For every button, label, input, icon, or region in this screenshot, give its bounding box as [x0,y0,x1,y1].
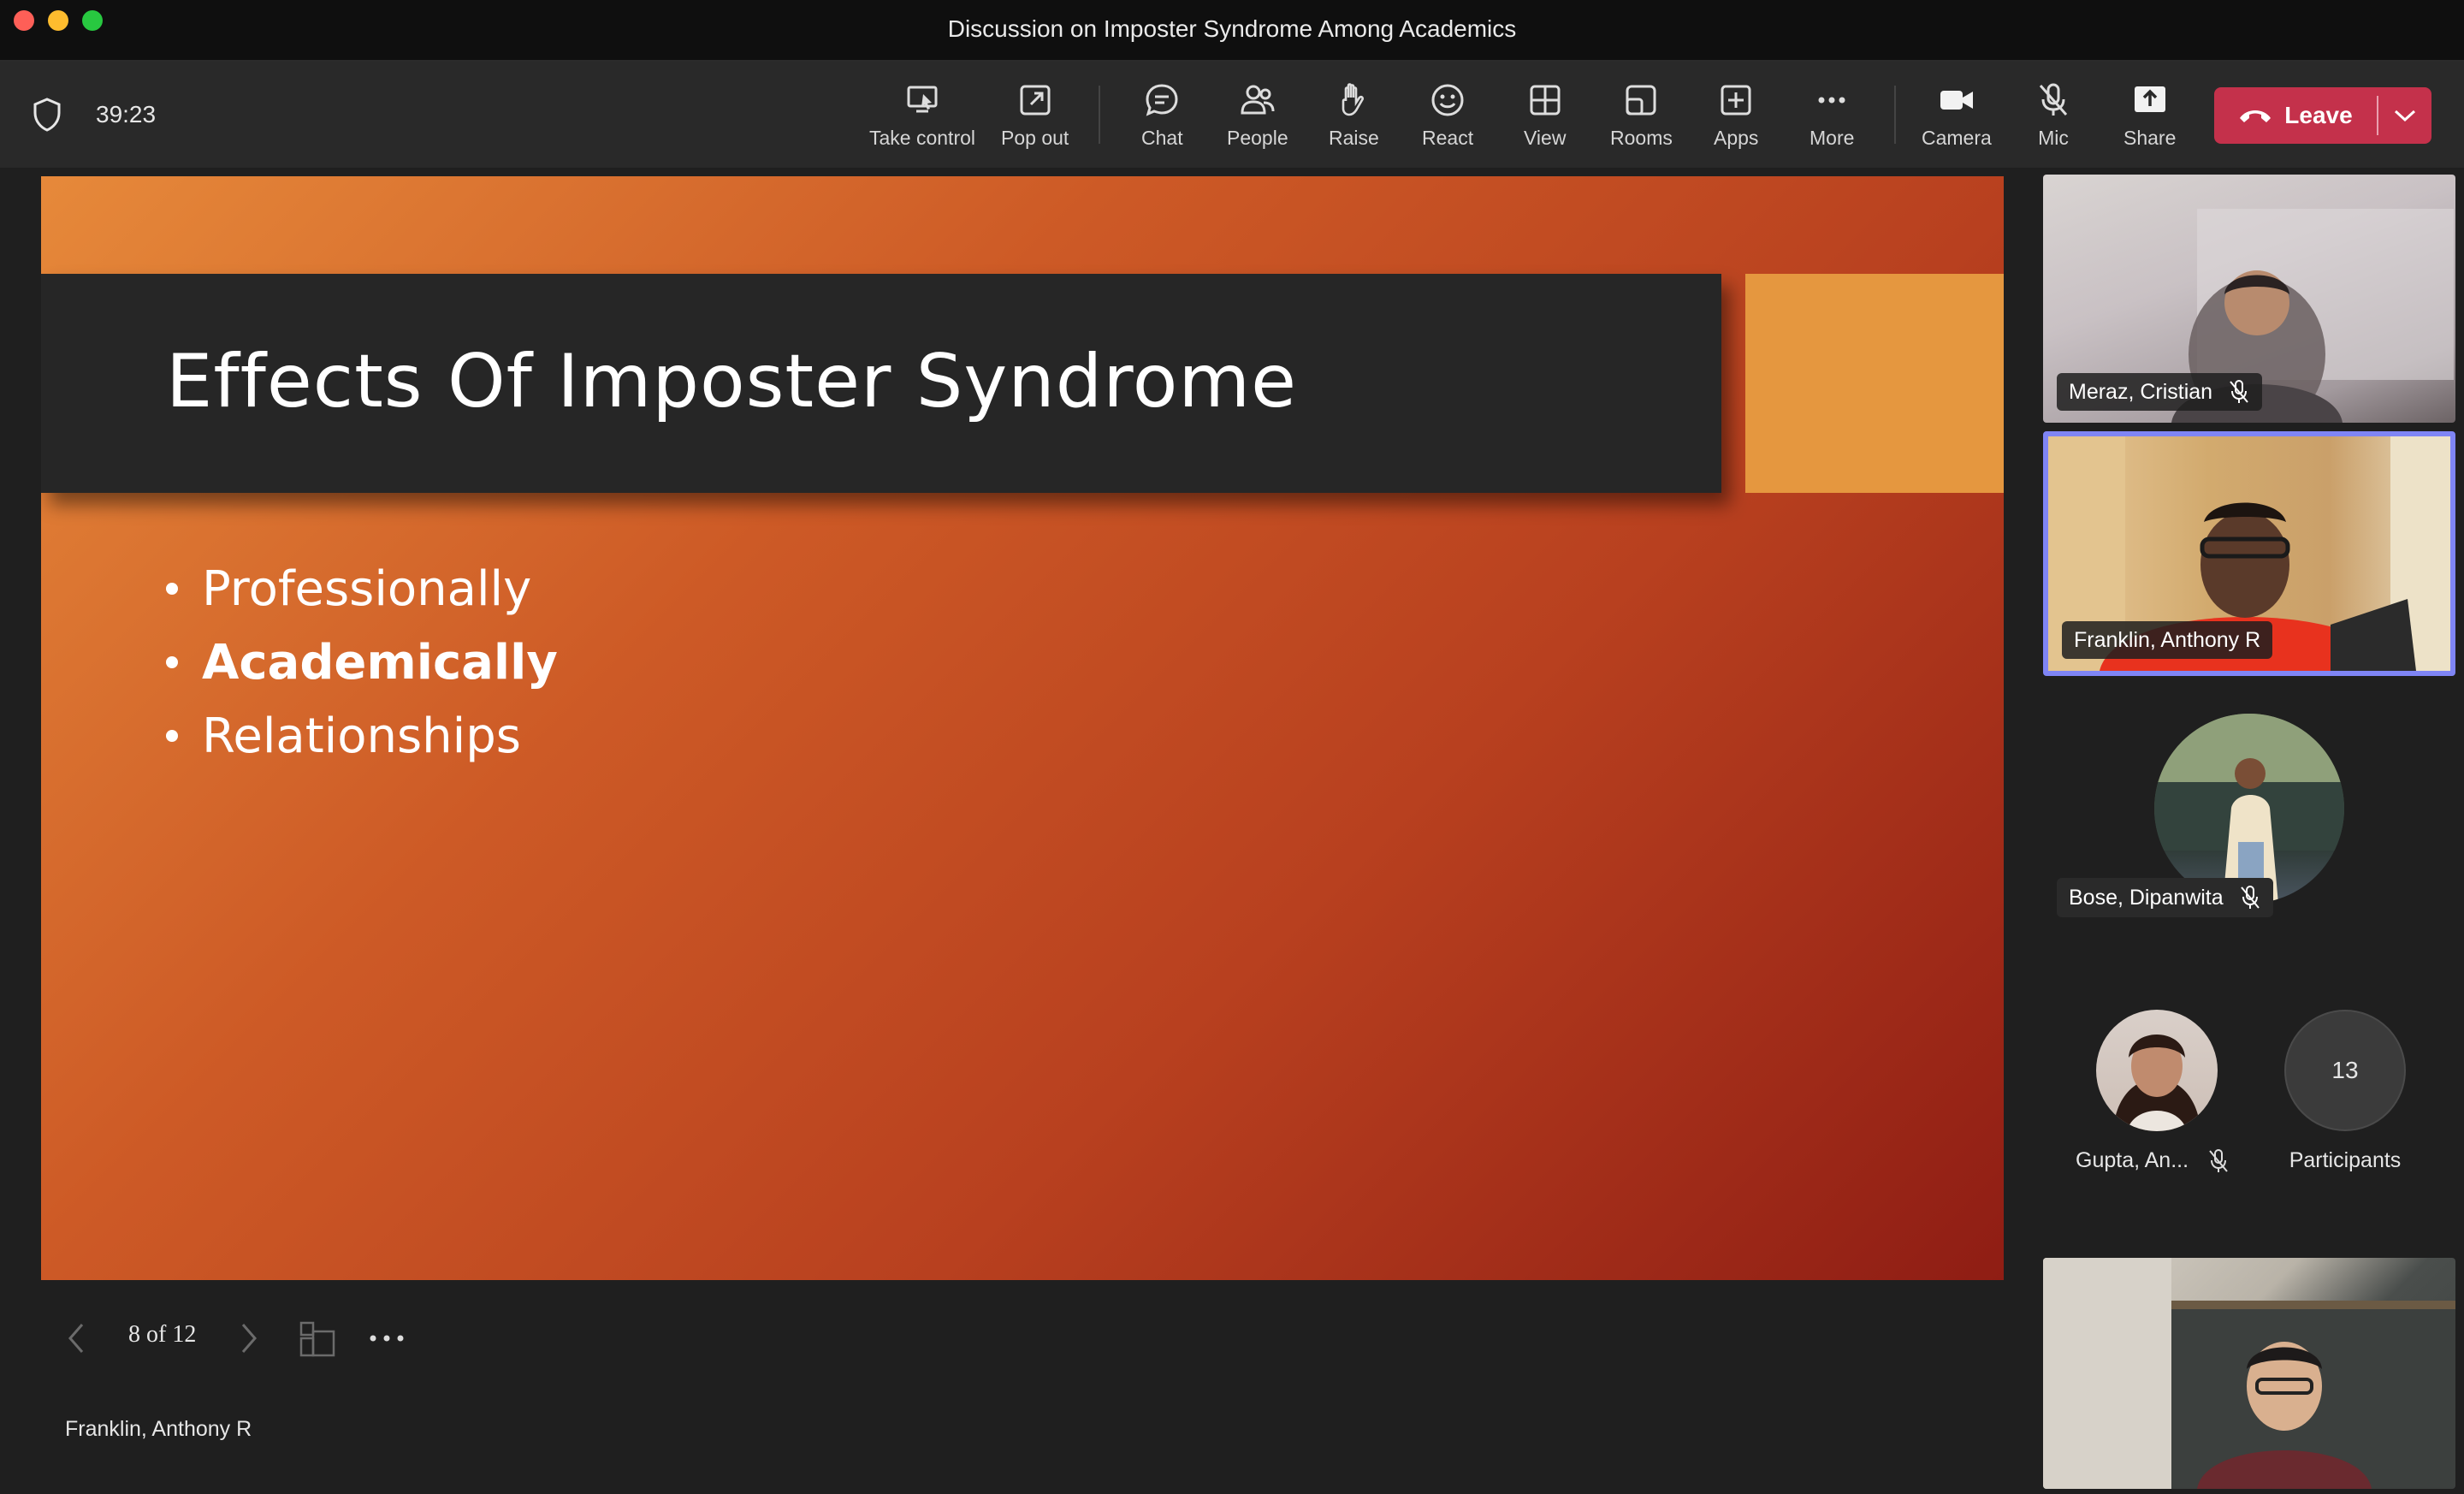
participant-name: Meraz, Cristian [2069,379,2213,404]
mic-label: Mic [2038,127,2069,149]
mic-off-icon [2209,1149,2228,1172]
apps-icon [1721,85,1751,116]
participant-avatar[interactable] [2096,1010,2218,1131]
participants-label: Participants [2289,1148,2402,1172]
participant-name-tag: Meraz, Cristian [2057,373,2263,411]
participant-avatar[interactable] [2154,714,2344,904]
hang-up-icon [2240,110,2272,122]
rooms-icon [1626,85,1656,116]
react-label: React [1422,127,1474,149]
bullet-item: Academically [166,626,558,700]
previous-slide-icon[interactable] [63,1319,89,1357]
leave-options-button[interactable] [2378,87,2431,144]
presenter-name: Franklin, Anthony R [65,1417,252,1441]
camera-icon [1940,91,1973,110]
view-button[interactable]: View [1524,80,1566,152]
camera-button[interactable]: Camera [1922,80,1992,152]
meeting-toolbar: 39:23 Take control Pop out Chat People R… [0,62,2464,168]
raise-hand-button[interactable]: Raise [1329,80,1379,152]
participant-count-button[interactable]: 13 [2284,1010,2406,1131]
participant-photo [2113,1035,2200,1131]
chat-button[interactable]: Chat [1141,80,1183,152]
share-label: Share [2123,127,2177,149]
pop-out-icon [1020,85,1051,116]
slide-more-options-icon[interactable] [368,1328,406,1349]
more-label: More [1810,127,1855,149]
people-icon [1241,85,1275,115]
mic-off-icon [2240,886,2260,909]
slide-thumbnails-icon[interactable] [299,1321,335,1357]
rooms-label: Rooms [1610,127,1673,149]
participant-photo [2154,714,2344,904]
window-title: Discussion on Imposter Syndrome Among Ac… [947,15,1517,42]
take-control-label: Take control [869,127,976,149]
slide-title-band: Effects Of Imposter Syndrome [41,274,1721,493]
more-icon [1818,97,1845,104]
raise-hand-icon [1342,83,1365,116]
share-button[interactable]: Share [2123,80,2176,152]
participant-name-tag: Bose, Dipanwita [2057,878,2273,917]
take-control-icon [907,86,938,113]
view-grid-icon [1530,85,1561,116]
people-label: People [1227,127,1288,149]
raise-label: Raise [1329,127,1379,149]
react-icon [1431,84,1464,116]
mic-off-icon [2230,380,2248,403]
apps-button[interactable]: Apps [1714,80,1758,152]
active-speaker-video-tile[interactable]: Franklin, Anthony R [2043,431,2455,676]
chat-label: Chat [1141,127,1183,149]
react-button[interactable]: React [1422,80,1473,152]
window-title-bar: Discussion on Imposter Syndrome Among Ac… [0,0,2464,62]
bullet-item: Relationships [166,700,558,774]
participant-name-tag: Franklin, Anthony R [2062,621,2273,659]
more-button[interactable]: More [1810,80,1854,152]
camera-label: Camera [1922,127,1992,149]
slide-title: Effects Of Imposter Syndrome [166,339,1298,424]
meeting-timer: 39:23 [96,101,157,127]
chevron-down-icon [2394,110,2416,122]
shield-icon[interactable] [33,98,62,132]
rooms-button[interactable]: Rooms [1610,80,1673,152]
leave-button-group: Leave [2214,87,2431,144]
leave-button[interactable]: Leave [2214,87,2377,144]
slide-accent-block [1745,274,2004,493]
participant-name: Bose, Dipanwita [2069,885,2224,910]
participant-video [2043,1258,2455,1489]
mic-off-icon [2039,83,2068,116]
view-label: View [1524,127,1567,149]
chat-icon [1146,84,1178,116]
apps-label: Apps [1714,127,1759,149]
slide-bullets: Professionally Academically Relationship… [166,553,558,774]
take-control-button[interactable]: Take control [869,80,975,152]
share-icon [2134,86,2165,112]
slide-pager: 8 of 12 [128,1321,197,1348]
toolbar-separator [1894,86,1896,144]
participant-name: Franklin, Anthony R [2074,627,2261,652]
mic-button[interactable]: Mic [2034,80,2073,152]
participant-video-tile[interactable]: Meraz, Cristian [2043,175,2455,423]
people-button[interactable]: People [1227,80,1288,152]
next-slide-icon[interactable] [236,1319,262,1357]
shared-slide: Effects Of Imposter Syndrome Professiona… [41,176,2004,1280]
bullet-item: Professionally [166,553,558,626]
participant-count: 13 [2331,1057,2359,1083]
participant-video-tile[interactable] [2043,1258,2455,1489]
participant-name: Gupta, An... [2076,1148,2189,1172]
toolbar-separator [1099,86,1100,144]
leave-label: Leave [2284,102,2353,128]
pop-out-label: Pop out [1001,127,1069,149]
pop-out-button[interactable]: Pop out [1001,80,1069,152]
